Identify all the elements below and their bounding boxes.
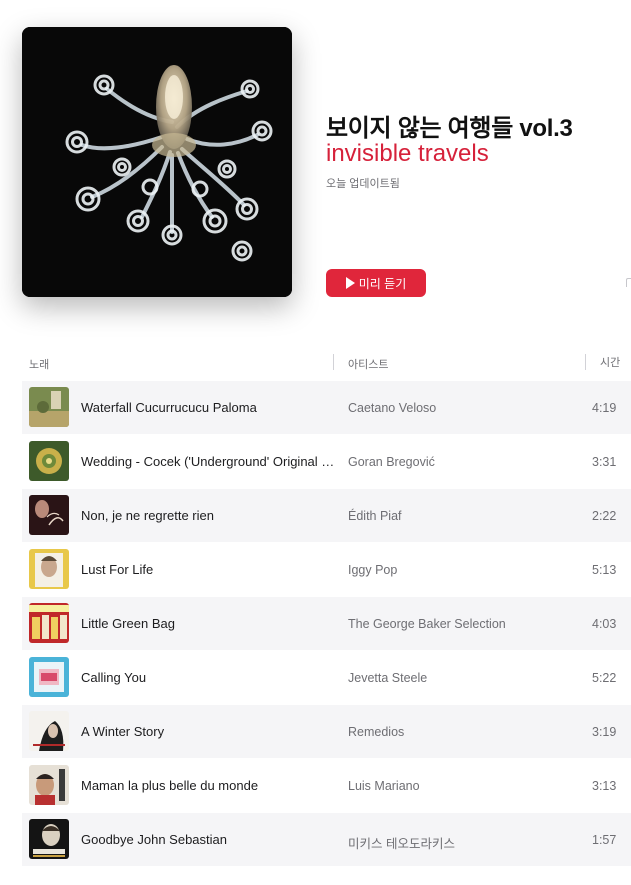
track-title: Wedding - Cocek ('Underground' Original … xyxy=(81,454,341,469)
edge-divider xyxy=(626,278,631,287)
jellyfish-image xyxy=(22,27,292,297)
track-duration: 5:13 xyxy=(592,563,617,577)
track-duration: 5:22 xyxy=(592,671,617,685)
track-row[interactable]: Non, je ne regrette rien Édith Piaf 2:22 xyxy=(22,489,631,542)
track-row[interactable]: Lust For Life Iggy Pop 5:13 xyxy=(22,543,631,596)
album-art xyxy=(29,387,69,427)
updated-label: 오늘 업데이트됨 xyxy=(326,178,400,190)
album-art xyxy=(29,549,69,589)
track-artist[interactable]: Goran Bregović xyxy=(348,455,435,469)
album-art xyxy=(29,819,69,859)
track-title: Calling You xyxy=(81,670,147,685)
track-artist[interactable]: Remedios xyxy=(348,725,404,739)
track-row[interactable]: A Winter Story Remedios 3:19 xyxy=(22,705,631,758)
column-header-time[interactable]: 시간 xyxy=(600,354,620,370)
track-row[interactable]: Wedding - Cocek ('Underground' Original … xyxy=(22,435,631,488)
preview-button[interactable]: 미리 듣기 xyxy=(326,269,426,297)
track-row[interactable]: Waterfall Cucurrucucu Paloma Caetano Vel… xyxy=(22,381,631,434)
track-row[interactable]: Maman la plus belle du monde Luis Marian… xyxy=(22,759,631,812)
track-duration: 3:19 xyxy=(592,725,617,739)
track-artist[interactable]: Édith Piaf xyxy=(348,509,402,523)
track-title: Little Green Bag xyxy=(81,616,175,631)
track-duration: 2:22 xyxy=(592,509,617,523)
album-art xyxy=(29,495,69,535)
playlist-subtitle[interactable]: invisible travels xyxy=(326,140,489,168)
play-icon xyxy=(345,277,355,289)
track-row[interactable]: Little Green Bag The George Baker Select… xyxy=(22,597,631,650)
track-artist[interactable]: Luis Mariano xyxy=(348,779,420,793)
track-duration: 3:13 xyxy=(592,779,617,793)
track-artist[interactable]: Jevetta Steele xyxy=(348,671,427,685)
album-art xyxy=(29,441,69,481)
column-header-artist[interactable]: 아티스트 xyxy=(348,356,388,372)
track-artist[interactable]: 미키스 테오도라키스 xyxy=(348,833,455,852)
track-title: A Winter Story xyxy=(81,724,165,739)
album-art xyxy=(29,603,69,643)
track-title: Non, je ne regrette rien xyxy=(81,508,214,523)
column-divider xyxy=(333,354,334,370)
track-duration: 1:57 xyxy=(592,833,617,847)
track-row[interactable]: Goodbye John Sebastian 미키스 테오도라키스 1:57 xyxy=(22,813,631,866)
playlist-title: 보이지 않는 여행들 vol.3 xyxy=(326,115,573,142)
track-row[interactable]: Calling You Jevetta Steele 5:22 xyxy=(22,651,631,704)
track-title: Maman la plus belle du monde xyxy=(81,778,259,793)
column-divider xyxy=(585,354,586,370)
album-art xyxy=(29,657,69,697)
track-title: Goodbye John Sebastian xyxy=(81,832,227,847)
track-artist[interactable]: Caetano Veloso xyxy=(348,401,436,415)
track-artist[interactable]: Iggy Pop xyxy=(348,563,397,577)
track-artist[interactable]: The George Baker Selection xyxy=(348,617,506,631)
track-duration: 3:31 xyxy=(592,455,617,469)
track-title: Lust For Life xyxy=(81,562,154,577)
track-title: Waterfall Cucurrucucu Paloma xyxy=(81,400,257,415)
track-duration: 4:19 xyxy=(592,401,617,415)
preview-button-label: 미리 듣기 xyxy=(358,276,407,291)
column-header-song[interactable]: 노래 xyxy=(29,356,49,372)
album-art xyxy=(29,711,69,751)
playlist-artwork xyxy=(22,27,292,297)
album-art xyxy=(29,765,69,805)
track-duration: 4:03 xyxy=(592,617,617,631)
